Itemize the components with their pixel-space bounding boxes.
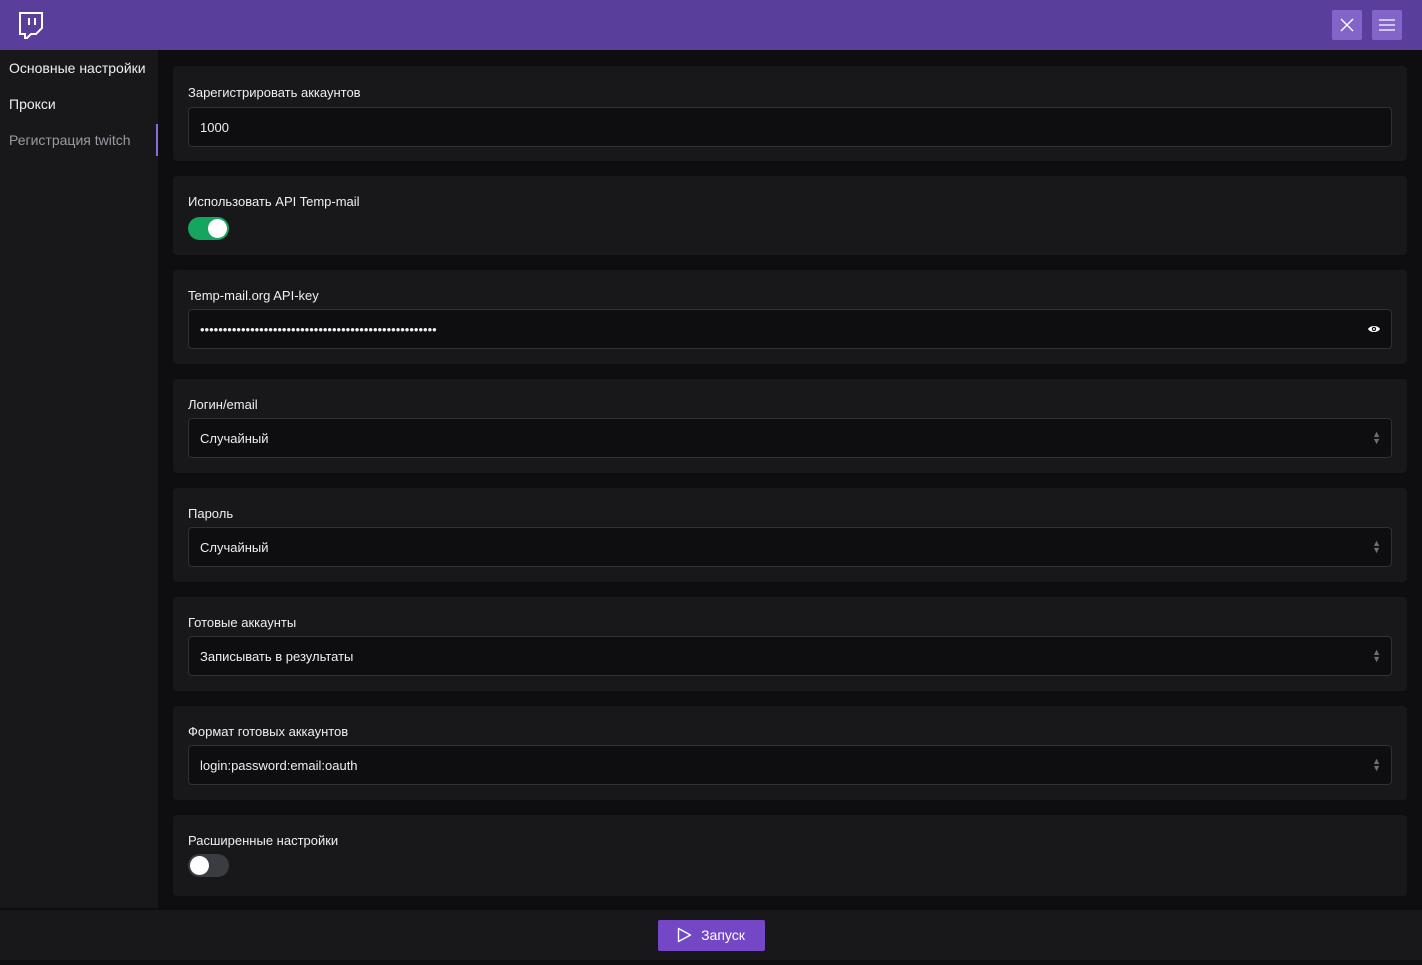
ready-accounts-label: Готовые аккаунты: [188, 615, 297, 630]
login-label: Логин/email: [188, 397, 258, 412]
sidebar-item-main-settings[interactable]: Основные настройки: [0, 52, 158, 84]
format-card: Формат готовых аккаунтов login:password:…: [173, 706, 1407, 800]
password-selected: Случайный: [200, 539, 269, 555]
api-key-value: ••••••••••••••••••••••••••••••••••••••••…: [200, 321, 437, 337]
toggle-knob: [190, 856, 209, 875]
run-button[interactable]: Запуск: [657, 919, 765, 951]
eye-icon[interactable]: [1367, 324, 1381, 334]
hamburger-icon: [1379, 19, 1395, 31]
accounts-count-input[interactable]: 1000: [188, 107, 1392, 147]
ready-accounts-selected: Записывать в результаты: [200, 648, 354, 664]
format-select[interactable]: login:password:email:oauth ▲ ▼: [188, 745, 1392, 785]
accounts-count-label: Зарегистрировать аккаунтов: [188, 85, 361, 100]
sidebar-item-twitch-registration[interactable]: Регистрация twitch: [0, 124, 158, 156]
sidebar-item-label: Регистрация twitch: [9, 132, 131, 148]
close-icon: [1340, 18, 1354, 32]
tempmail-toggle[interactable]: [188, 217, 229, 240]
sidebar-item-label: Основные настройки: [9, 60, 146, 76]
top-bar: [0, 0, 1422, 50]
select-arrows-icon: ▲ ▼: [1372, 756, 1381, 773]
format-selected: login:password:email:oauth: [200, 757, 358, 773]
password-label: Пароль: [188, 506, 234, 521]
ready-accounts-card: Готовые аккаунты Записывать в результаты…: [173, 597, 1407, 691]
sidebar: Основные настройки Прокси Регистрация tw…: [0, 50, 158, 908]
bottom-strip: [0, 960, 1422, 965]
select-arrows-icon: ▲ ▼: [1372, 538, 1381, 555]
tempmail-label: Использовать API Temp-mail: [188, 194, 360, 209]
password-select[interactable]: Случайный ▲ ▼: [188, 527, 1392, 567]
advanced-toggle[interactable]: [188, 854, 229, 877]
play-icon: [677, 927, 692, 943]
settings-panel: Зарегистрировать аккаунтов 1000 Использо…: [158, 50, 1422, 908]
login-card: Логин/email Случайный ▲ ▼: [173, 379, 1407, 473]
login-select[interactable]: Случайный ▲ ▼: [188, 418, 1392, 458]
twitch-icon: [18, 11, 46, 39]
format-label: Формат готовых аккаунтов: [188, 724, 349, 739]
accounts-count-value: 1000: [200, 119, 229, 135]
bottom-bar: Запуск: [0, 908, 1422, 960]
select-arrows-icon: ▲ ▼: [1372, 647, 1381, 664]
password-card: Пароль Случайный ▲ ▼: [173, 488, 1407, 582]
api-key-label: Temp-mail.org API-key: [188, 288, 319, 303]
sidebar-item-label: Прокси: [9, 96, 56, 112]
menu-button[interactable]: [1372, 10, 1402, 40]
accounts-count-card: Зарегистрировать аккаунтов 1000: [173, 66, 1407, 161]
login-selected: Случайный: [200, 430, 269, 446]
advanced-label: Расширенные настройки: [188, 833, 339, 848]
select-arrows-icon: ▲ ▼: [1372, 429, 1381, 446]
advanced-card: Расширенные настройки: [173, 815, 1407, 896]
tempmail-card: Использовать API Temp-mail: [173, 176, 1407, 255]
api-key-card: Temp-mail.org API-key ••••••••••••••••••…: [173, 270, 1407, 364]
sidebar-item-proxy[interactable]: Прокси: [0, 88, 158, 120]
ready-accounts-select[interactable]: Записывать в результаты ▲ ▼: [188, 636, 1392, 676]
close-button[interactable]: [1332, 10, 1362, 40]
api-key-input[interactable]: ••••••••••••••••••••••••••••••••••••••••…: [188, 309, 1392, 349]
run-button-label: Запуск: [701, 927, 745, 943]
toggle-knob: [208, 219, 227, 238]
